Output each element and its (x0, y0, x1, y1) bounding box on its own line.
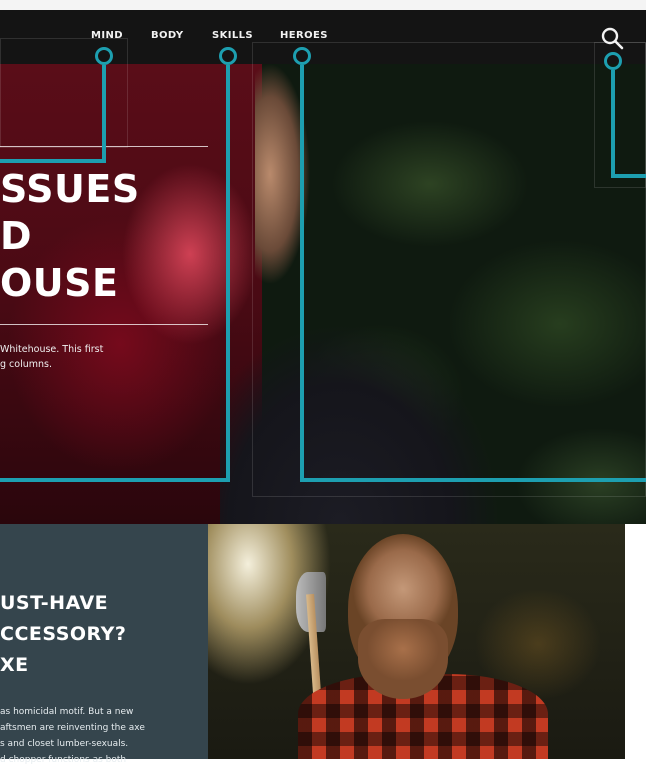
feature-photo[interactable] (208, 524, 625, 759)
feature-headline-line: UST-HAVE (0, 592, 109, 614)
feature-body-line: d chopper functions as both (0, 755, 127, 765)
feature-headline-line: CCESSORY? (0, 623, 127, 645)
nav-link-body[interactable]: BODY (151, 30, 184, 41)
layout-guide-box (252, 42, 646, 497)
annotation-line (300, 478, 646, 482)
annotation-line (611, 70, 615, 178)
hero-headline: SSUES D OUSE (0, 166, 140, 307)
hero-rule-bottom (0, 324, 208, 325)
annotation-marker-search (604, 52, 622, 70)
annotation-marker-skills (219, 47, 237, 65)
feature-headline[interactable]: UST-HAVE CCESSORY? XE (0, 588, 126, 681)
annotation-line (0, 159, 106, 163)
annotation-line (611, 174, 646, 178)
annotation-line (0, 478, 230, 482)
man-beard (358, 619, 448, 699)
feature-body-line: aftsmen are reinventing the axe (0, 723, 145, 733)
hero-headline-line: OUSE (0, 261, 119, 305)
hero-description: Whitehouse. This first g columns. (0, 342, 103, 372)
annotation-marker-mind (95, 47, 113, 65)
right-margin (625, 545, 646, 759)
annotation-line (300, 65, 304, 482)
feature-body-line: as homicidal motif. But a new (0, 707, 134, 717)
feature-text-panel: UST-HAVE CCESSORY? XE as homicidal motif… (0, 524, 208, 765)
annotation-marker-heroes (293, 47, 311, 65)
hero-headline-line: D (0, 214, 33, 258)
feature-body: as homicidal motif. But a new aftsmen ar… (0, 704, 145, 768)
nav-link-heroes[interactable]: HEROES (280, 30, 328, 41)
hero-headline-line: SSUES (0, 167, 140, 211)
feature-headline-line: XE (0, 654, 29, 676)
annotation-line (102, 65, 106, 162)
nav-link-skills[interactable]: SKILLS (212, 30, 253, 41)
hero-description-line: g columns. (0, 359, 52, 370)
top-strip (0, 0, 646, 10)
annotation-line (226, 65, 230, 482)
feature-body-line: s and closet lumber-sexuals. (0, 739, 129, 749)
hero-description-line: Whitehouse. This first (0, 344, 104, 355)
